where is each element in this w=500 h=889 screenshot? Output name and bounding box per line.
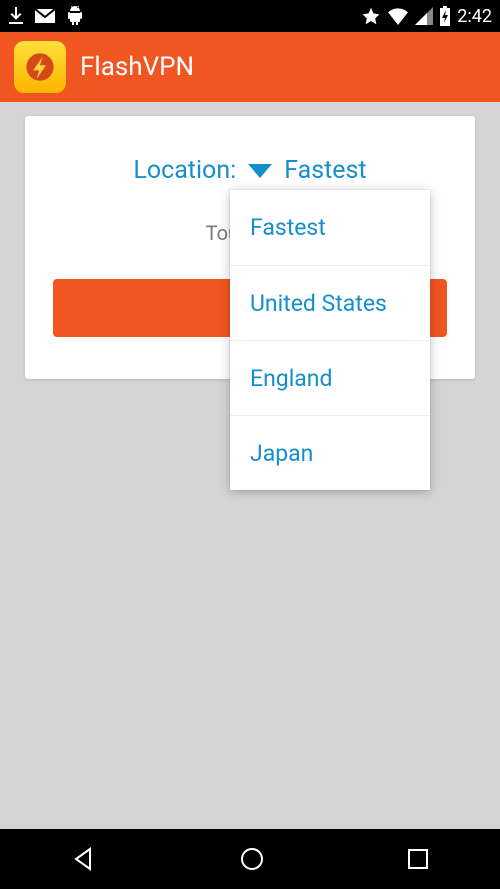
star-icon xyxy=(361,6,381,26)
gmail-icon xyxy=(34,8,56,24)
app-bar: FlashVPN xyxy=(0,32,500,102)
recent-apps-button[interactable] xyxy=(406,847,430,871)
app-title: FlashVPN xyxy=(80,52,194,82)
location-selected: Fastest xyxy=(284,156,366,185)
android-icon xyxy=(66,6,84,26)
location-label: Location: xyxy=(133,156,236,185)
battery-icon xyxy=(439,6,451,26)
status-right: 2:42 xyxy=(361,6,492,27)
dropdown-item-japan[interactable]: Japan xyxy=(230,415,430,490)
app-logo xyxy=(14,41,66,93)
dropdown-arrow-icon xyxy=(248,164,272,178)
dropdown-item-fastest[interactable]: Fastest xyxy=(230,190,430,265)
dropdown-item-england[interactable]: England xyxy=(230,340,430,415)
status-bar: 2:42 xyxy=(0,0,500,32)
dropdown-item-united-states[interactable]: United States xyxy=(230,265,430,340)
home-button[interactable] xyxy=(238,845,266,873)
location-dropdown-menu: Fastest United States England Japan xyxy=(230,190,430,490)
status-time: 2:42 xyxy=(457,6,492,27)
signal-icon xyxy=(415,7,433,25)
status-left xyxy=(8,6,84,26)
wifi-icon xyxy=(387,7,409,25)
android-nav-bar xyxy=(0,829,500,889)
location-selector[interactable]: Location: Fastest xyxy=(25,156,475,185)
back-button[interactable] xyxy=(70,845,98,873)
flash-icon xyxy=(23,50,57,84)
download-icon xyxy=(8,7,24,25)
